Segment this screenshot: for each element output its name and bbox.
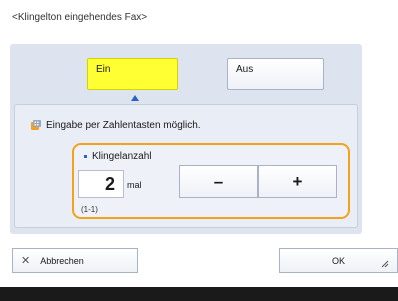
bullet-icon xyxy=(84,155,87,158)
ring-count-label: Klingelanzahl xyxy=(92,151,152,162)
ok-label: OK xyxy=(331,255,345,266)
ring-count-unit: mal xyxy=(127,180,142,190)
cancel-label: Abbrechen xyxy=(40,255,84,266)
plus-icon: + xyxy=(292,171,303,191)
toggle-on-button[interactable]: Ein xyxy=(87,58,178,90)
toggle-off-label: Aus xyxy=(236,64,254,75)
dialog-title: <Klingelton eingehendes Fax> xyxy=(12,12,148,23)
info-message: Eingabe per Zahlentasten möglich. xyxy=(46,119,201,131)
ok-button[interactable]: OK xyxy=(279,248,398,273)
toggle-off-button[interactable]: Aus xyxy=(227,58,324,90)
ring-count-label-row: Klingelanzahl xyxy=(84,151,152,162)
info-row: Eingabe per Zahlentasten möglich. xyxy=(30,119,201,131)
ring-count-value: 2 xyxy=(104,173,115,194)
cancel-button[interactable]: ✕ Abbrechen xyxy=(12,248,138,273)
increment-button[interactable]: + xyxy=(258,165,337,198)
ring-count-input[interactable]: 2 xyxy=(78,170,124,198)
ring-count-range: (1-1) xyxy=(81,205,98,214)
toggle-on-label: Ein xyxy=(96,64,111,75)
close-icon: ✕ xyxy=(21,255,31,267)
minus-icon: – xyxy=(213,171,224,191)
status-bar xyxy=(0,287,398,301)
keypad-info-icon xyxy=(31,120,41,130)
decrement-button[interactable]: – xyxy=(179,165,258,198)
selection-indicator-icon xyxy=(131,95,139,101)
corner-resize-icon xyxy=(381,260,389,268)
